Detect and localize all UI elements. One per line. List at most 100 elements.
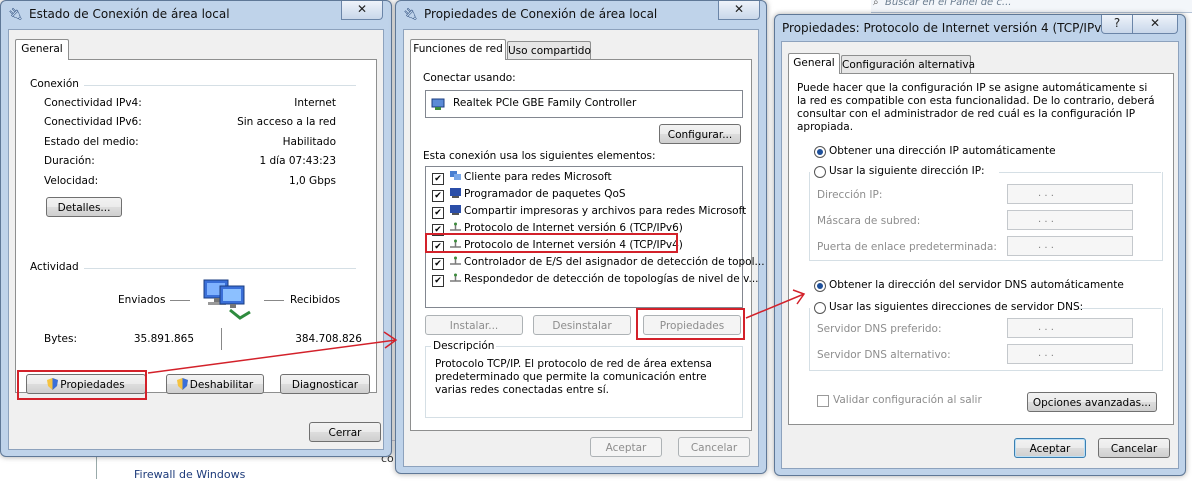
- accept-button[interactable]: Aceptar: [590, 437, 662, 457]
- ip-address-field[interactable]: . . .: [1007, 184, 1133, 204]
- list-item[interactable]: ✔ Compartir impresoras y archivos para re…: [432, 203, 746, 219]
- tab-ipv4-general[interactable]: General: [788, 53, 840, 74]
- ipv4-connectivity-value: Internet: [294, 97, 336, 109]
- list-item[interactable]: ✔ Cliente para redes Microsoft: [432, 169, 612, 185]
- subnet-mask-label: Máscara de subred:: [817, 215, 921, 227]
- list-item[interactable]: ✔ Programador de paquetes QoS: [432, 186, 626, 202]
- checkbox[interactable]: ✔: [432, 207, 444, 219]
- preferred-dns-label: Servidor DNS preferido:: [817, 323, 942, 335]
- close-icon[interactable]: ✕: [341, 1, 383, 20]
- intro-text: Puede hacer que la configuración IP se a…: [797, 82, 1155, 133]
- validate-label: Validar configuración al salir: [833, 394, 982, 406]
- details-button[interactable]: Detalles...: [46, 197, 122, 217]
- checkbox[interactable]: ✔: [432, 173, 444, 185]
- highlight-status-properties: [17, 370, 147, 400]
- close-icon[interactable]: ✕: [1132, 15, 1178, 34]
- duration-label: Duración:: [44, 155, 95, 167]
- ipv4-accept-button[interactable]: Aceptar: [1014, 438, 1086, 458]
- ipv6-connectivity-label: Conectividad IPv6:: [44, 116, 142, 128]
- network-plug-icon: 🔌︎: [8, 7, 24, 21]
- ipv4-cancel-button[interactable]: Cancelar: [1098, 438, 1170, 458]
- divider: [84, 85, 356, 86]
- control-panel-search[interactable]: ⌕ Buscar en el Panel de c...: [871, 0, 1192, 13]
- auto-dns-radio[interactable]: [814, 280, 826, 292]
- duration-value: 1 día 07:43:23: [259, 155, 336, 167]
- ipv4-connectivity-label: Conectividad IPv4:: [44, 97, 142, 109]
- adapter-box: Realtek PCIe GBE Family Controller: [425, 90, 743, 118]
- connection-group-label: Conexión: [30, 78, 79, 90]
- media-state-label: Estado del medio:: [44, 136, 139, 148]
- auto-ip-radio[interactable]: [814, 146, 826, 158]
- checkbox[interactable]: ✔: [432, 275, 444, 287]
- list-item[interactable]: ✔ Respondedor de detección de topologías …: [432, 271, 759, 287]
- divider: [170, 300, 190, 301]
- help-button[interactable]: ?: [1101, 15, 1133, 34]
- advanced-options-button[interactable]: Opciones avanzadas...: [1027, 392, 1157, 412]
- file-sharing-icon: [450, 205, 461, 215]
- ipv4-titlebar: Propiedades: Protocolo de Internet versi…: [775, 15, 1185, 43]
- preferred-dns-field[interactable]: . . .: [1007, 318, 1133, 338]
- protocol-icon: [450, 256, 461, 265]
- checkbox[interactable]: ✔: [432, 190, 444, 202]
- network-adapter-icon: [431, 98, 445, 110]
- highlight-ipv4-item: [425, 233, 678, 253]
- cancel-button[interactable]: Cancelar: [678, 437, 750, 457]
- divider: [1079, 308, 1161, 309]
- install-button[interactable]: Instalar...: [425, 315, 523, 335]
- network-computers-icon: [203, 279, 251, 320]
- alternate-dns-field[interactable]: . . .: [1007, 344, 1133, 364]
- status-titlebar: 🔌︎ Estado de Conexión de área local ✕: [1, 1, 391, 29]
- tab-general[interactable]: General: [15, 39, 69, 60]
- auto-ip-label: Obtener una dirección IP automáticamente: [829, 145, 1056, 157]
- bytes-sent-value: 35.891.865: [133, 333, 194, 345]
- status-panel: Conexión Conectividad IPv4: Internet Con…: [15, 59, 377, 394]
- network-plug-icon: 🔌︎: [403, 7, 419, 21]
- ipv4-window: Propiedades: Protocolo de Internet versi…: [774, 14, 1186, 476]
- tab-alternate-config[interactable]: Configuración alternativa: [841, 55, 975, 74]
- close-icon[interactable]: ✕: [718, 1, 760, 20]
- adapter-name: Realtek PCIe GBE Family Controller: [453, 97, 637, 109]
- properties-titlebar: 🔌︎ Propiedades de Conexión de área local…: [396, 1, 766, 29]
- subnet-mask-field[interactable]: . . .: [1007, 210, 1133, 230]
- disable-button[interactable]: Deshabilitar: [166, 374, 264, 394]
- diagnose-button[interactable]: Diagnosticar: [280, 374, 370, 394]
- list-item[interactable]: ✔ Controlador de E/S del asignador de det…: [432, 254, 765, 270]
- items-label: Esta conexión usa los siguientes element…: [423, 150, 656, 162]
- sent-label: Enviados: [118, 294, 166, 306]
- configure-button[interactable]: Configurar...: [659, 124, 741, 144]
- ipv4-panel: Puede hacer que la configuración IP se a…: [788, 73, 1174, 425]
- firewall-link[interactable]: Firewall de Windows: [134, 468, 245, 481]
- uninstall-button[interactable]: Desinstalar: [533, 315, 631, 335]
- gateway-field[interactable]: . . .: [1007, 236, 1133, 256]
- divider: [221, 328, 222, 350]
- description-text: Protocolo TCP/IP. El protocolo de red de…: [435, 358, 712, 396]
- speed-label: Velocidad:: [44, 175, 99, 187]
- divider: [84, 268, 356, 269]
- ip-address-label: Dirección IP:: [817, 189, 883, 201]
- protocol-icon: [450, 273, 461, 282]
- received-label: Recibidos: [290, 294, 341, 306]
- divider: [264, 300, 284, 301]
- network-client-icon: [450, 171, 461, 180]
- ipv6-connectivity-value: Sin acceso a la red: [237, 116, 336, 128]
- protocol-icon: [450, 222, 461, 231]
- speed-value: 1,0 Gbps: [289, 175, 336, 187]
- ipv4-title: Propiedades: Protocolo de Internet versi…: [782, 21, 1114, 35]
- bytes-received-value: 384.708.826: [295, 333, 362, 345]
- search-icon: ⌕: [873, 0, 879, 8]
- uac-shield-icon: [176, 378, 188, 390]
- auto-dns-label: Obtener la dirección del servidor DNS au…: [829, 279, 1124, 291]
- connect-using-label: Conectar usando:: [423, 72, 516, 84]
- description-group-label: Descripción: [431, 340, 497, 352]
- ipv4-client: General Configuración alternativa Puede …: [781, 41, 1179, 469]
- tab-sharing[interactable]: Uso compartido: [507, 41, 591, 60]
- checkbox[interactable]: ✔: [432, 258, 444, 270]
- media-state-value: Habilitado: [282, 136, 336, 148]
- close-button[interactable]: Cerrar: [309, 422, 381, 442]
- divider: [999, 172, 1161, 173]
- validate-checkbox[interactable]: [817, 395, 829, 407]
- status-title: Estado de Conexión de área local: [29, 7, 230, 21]
- tab-network-functions[interactable]: Funciones de red: [410, 39, 506, 60]
- qos-scheduler-icon: [450, 188, 461, 198]
- alternate-dns-label: Servidor DNS alternativo:: [817, 349, 951, 361]
